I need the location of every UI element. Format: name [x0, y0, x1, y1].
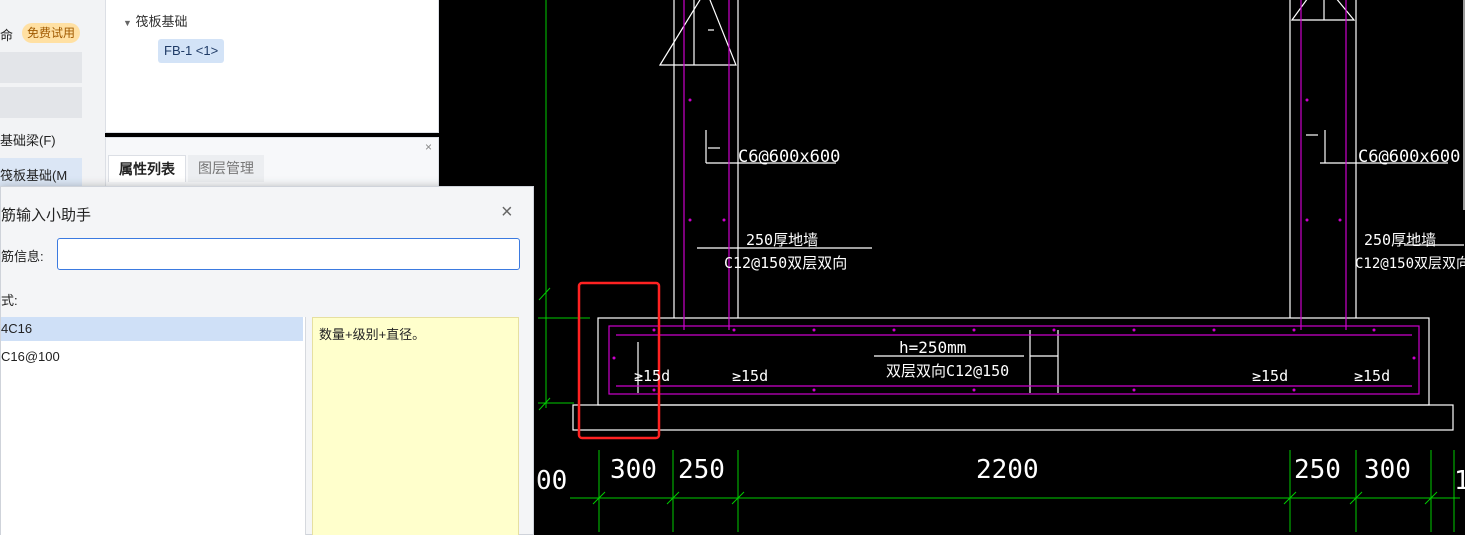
close-icon[interactable]: × [501, 201, 513, 224]
dim-bottom-1: 300 [610, 455, 657, 485]
format-description: 数量+级别+直径。 [312, 317, 519, 535]
cad-drawing: 1550 250 C6@600x600 C6@600x600 250厚地墙 C1… [536, 0, 1465, 532]
tree-node-label: 筏板基础 [135, 14, 188, 29]
label-anchor-3: ≥15d [1252, 367, 1288, 385]
label-wall-thk-left: 250厚地墙 [746, 231, 818, 249]
dim-bottom-6: 1 [1454, 466, 1465, 496]
cad-drawing-canvas[interactable]: 1550 250 C6@600x600 C6@600x600 250厚地墙 C1… [534, 0, 1465, 535]
trial-badge[interactable]: 免费试用 [22, 23, 81, 43]
label-slab-rebar: 双层双向C12@150 [886, 362, 1009, 380]
label-rebar-left: C6@600x600 [738, 147, 840, 167]
sidebar-item-raft-foundation[interactable]: 筏板基础(M [0, 165, 67, 184]
dialog-title: 筋输入小助手 [1, 207, 92, 224]
close-icon[interactable]: × [425, 140, 432, 154]
label-anchor-1: ≥15d [634, 367, 670, 385]
sidebar-row-text: 命 [0, 28, 14, 43]
dim-bottom-2: 250 [678, 455, 725, 485]
rebar-input-assistant-dialog: 筋输入小助手 × 筋信息: 式: 4C16 C16@100 数量+级别+直径。 [0, 186, 534, 535]
label-anchor-2: ≥15d [732, 367, 768, 385]
tab-layer-management[interactable]: 图层管理 [188, 155, 264, 182]
format-item-1[interactable]: 4C16 [1, 317, 303, 341]
label-wall-rebar-left: C12@150双层双向 [724, 254, 847, 272]
component-tree-panel: ▼ 筏板基础 FB-1 <1> [105, 0, 439, 133]
highlight-box [577, 281, 661, 440]
foundation-outline [572, 0, 1465, 431]
label-wall-thk-right: 250厚地墙 [1364, 231, 1436, 249]
format-list[interactable]: 4C16 C16@100 [1, 317, 306, 535]
label-rebar-right: C6@600x600 [1358, 147, 1460, 167]
label-slab-h: h=250mm [899, 338, 966, 357]
label-anchor-4: ≥15d [1354, 367, 1390, 385]
expand-triangle-icon[interactable]: ▼ [123, 18, 132, 28]
tree-node-fb-1[interactable]: FB-1 <1> [158, 39, 225, 63]
rebar-info-label: 筋信息: [1, 249, 44, 264]
dim-bottom-3: 2200 [976, 455, 1039, 485]
tree-node-raft-foundation[interactable]: ▼ 筏板基础 [123, 11, 188, 30]
label-wall-rebar-right: C12@150双层双向 [1355, 256, 1465, 272]
format-label: 式: [1, 293, 18, 308]
dimension-lines [538, 0, 1460, 532]
dim-bottom-4: 250 [1294, 455, 1341, 485]
tab-property-list[interactable]: 属性列表 [108, 155, 186, 182]
sidebar-item-blank-1[interactable] [0, 52, 82, 83]
sidebar-item-foundation-beam[interactable]: 基础梁(F) [0, 130, 56, 149]
rebar-dots [612, 98, 1416, 392]
dim-bottom-5: 300 [1364, 455, 1411, 485]
wall-rebar-lines [608, 0, 1420, 395]
rebar-info-input[interactable] [57, 238, 520, 270]
sidebar-item-blank-2[interactable] [0, 87, 82, 118]
dim-bottom-0: 00 [536, 466, 567, 496]
format-item-2[interactable]: C16@100 [1, 345, 303, 369]
